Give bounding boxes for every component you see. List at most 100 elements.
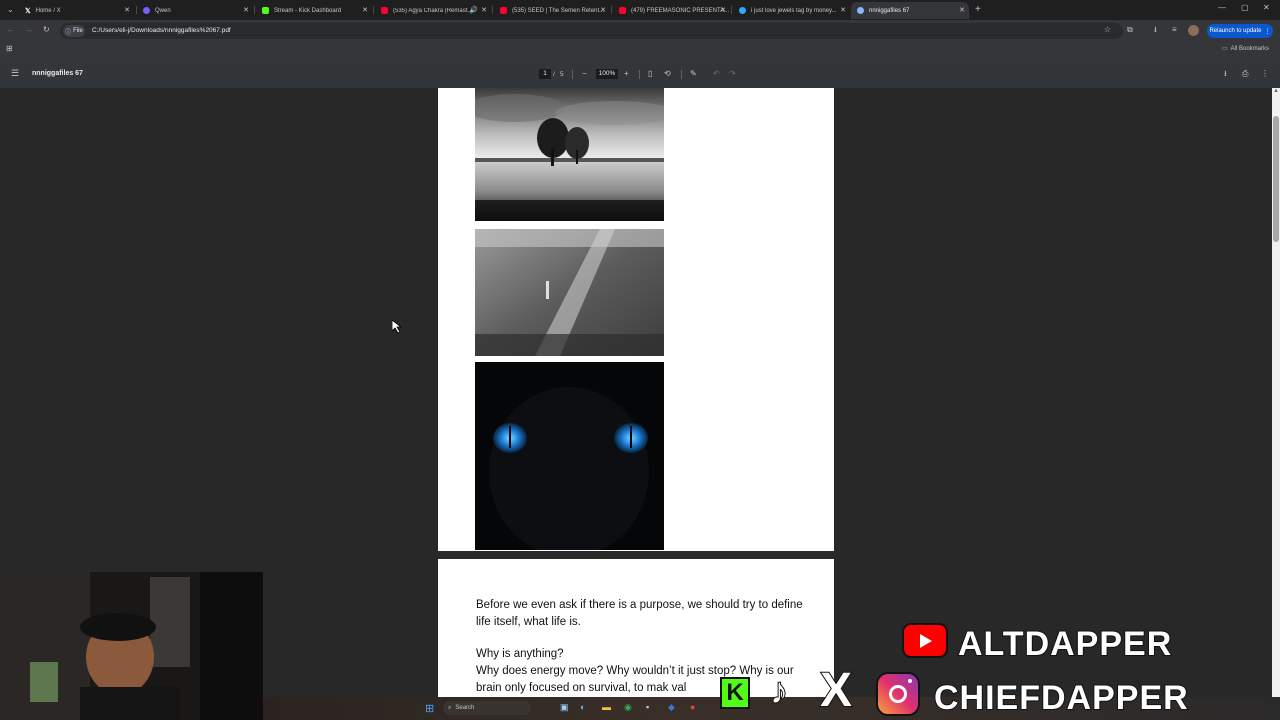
minimize-icon[interactable]: — [1218, 4, 1226, 12]
url-text: C:/Users/eli-j/Downloads/nnniggafiles%20… [92, 27, 231, 34]
fit-page-icon[interactable]: ▯ [648, 70, 652, 78]
speaker-icon[interactable]: 🔊 [469, 6, 478, 14]
chrome-icon[interactable]: ◉ [624, 702, 632, 713]
tab-title: i just love jewels tag by money... [751, 7, 837, 14]
tab-seed[interactable]: (535) SEED | The Semen Retent... ✕ [494, 2, 610, 19]
folder-icon: ▭ [1222, 46, 1228, 52]
trees-landscape-image [475, 88, 664, 221]
tab-nnniggafiles-active[interactable]: nnniggafiles 67 ✕ [851, 2, 969, 19]
close-icon[interactable]: ✕ [481, 6, 487, 14]
download-icon[interactable]: ⭳ [1224, 70, 1227, 78]
tab-home-x[interactable]: 𝕏 Home / X ✕ [19, 2, 134, 19]
pdf-page-1 [438, 88, 834, 551]
tab-title: Stream - Kick Dashboard [274, 7, 342, 14]
tab-freemasonic[interactable]: (479) FREEMASONIC PRESENTA... ✕ [613, 2, 730, 19]
tab-title: nnniggafiles 67 [869, 7, 910, 14]
bookmarks-bar [0, 42, 1280, 58]
close-window-icon[interactable]: ✕ [1263, 4, 1270, 12]
rotate-icon[interactable]: ⟲ [664, 70, 671, 78]
reload-icon[interactable]: ↻ [43, 26, 50, 34]
pdf-title: nnniggafiles 67 [32, 70, 83, 77]
tab-agya-chakra[interactable]: (535) Agya Chakra (Remast... 🔊 ✕ [375, 2, 491, 19]
media-control-icon[interactable]: ≡ [1172, 26, 1177, 34]
divider [681, 70, 682, 79]
task-view-icon[interactable]: ▣ [560, 702, 569, 713]
more-options-icon[interactable]: ⋮ [1261, 70, 1269, 78]
tab-search-icon[interactable]: ⌄ [7, 6, 14, 14]
file-explorer-icon[interactable]: ▬ [602, 702, 611, 712]
page-number-input[interactable]: 1 [539, 69, 551, 79]
chiefdapper-handle: CHIEFDAPPER [933, 679, 1189, 717]
maximize-icon[interactable]: ▢ [1241, 4, 1249, 12]
downloads-icon[interactable]: ⭳ [1154, 26, 1157, 34]
edge-icon[interactable]: ◐ [580, 702, 585, 712]
tab-strip: ⌄ 𝕏 Home / X ✕ Qwen ✕ Stream - Kick Dash… [0, 0, 1280, 20]
app-icon[interactable]: ▪ [646, 702, 649, 712]
tab-title: (535) Agya Chakra (Remast... [393, 7, 473, 14]
kick-icon [262, 7, 269, 14]
tab-title: (535) SEED | The Semen Retent... [512, 7, 605, 14]
extensions-icon[interactable]: ⧉ [1127, 26, 1133, 34]
annotate-pen-icon[interactable]: ✎ [690, 70, 697, 78]
tab-kick-dashboard[interactable]: Stream - Kick Dashboard ✕ [256, 2, 372, 19]
tab-title: Home / X [35, 7, 61, 14]
tab-title: Qwen [155, 7, 171, 14]
relaunch-button[interactable]: Relaunch to update ⋮ [1207, 24, 1273, 38]
page-total: 5 [560, 71, 564, 78]
webcam-overlay [0, 572, 263, 720]
page-separator: / [553, 71, 555, 78]
x-twitter-logo-icon: X [819, 664, 853, 717]
search-placeholder: Search [455, 705, 475, 711]
close-icon[interactable]: ✕ [720, 6, 726, 14]
globe-icon [857, 7, 864, 14]
close-icon[interactable]: ✕ [243, 6, 249, 14]
hamburger-menu-icon[interactable]: ☰ [11, 69, 19, 78]
scroll-up-icon[interactable]: ▲ [1273, 88, 1279, 94]
close-icon[interactable]: ✕ [959, 6, 965, 14]
scheme-label: File [73, 28, 83, 34]
redo-icon[interactable]: ↷ [729, 70, 736, 78]
paragraph-why-anything: Why is anything? [476, 648, 564, 660]
scrollbar-thumb[interactable] [1273, 116, 1279, 242]
apps-grid-icon[interactable]: ⊞ [6, 45, 13, 53]
windows-start-icon[interactable]: ⊞ [425, 702, 434, 715]
zoom-in-icon[interactable]: + [624, 70, 629, 78]
back-icon[interactable]: ← [7, 26, 15, 34]
pdf-toolbar [0, 58, 1280, 88]
vscode-icon[interactable]: ◆ [668, 702, 675, 713]
youtube-icon [619, 7, 626, 14]
info-icon: ⓘ [65, 29, 72, 36]
search-icon: ⌕ [448, 704, 452, 711]
bookmark-star-icon[interactable]: ☆ [1104, 26, 1111, 34]
paragraph-definition: Before we even ask if there is a purpose… [476, 599, 803, 628]
site-info-chip[interactable]: ⓘ File [63, 25, 85, 37]
divider [572, 70, 573, 79]
forward-icon[interactable]: → [25, 26, 33, 34]
x-logo-icon: 𝕏 [25, 7, 31, 15]
profile-avatar[interactable] [1188, 25, 1199, 36]
cat-eyes-image [475, 362, 664, 550]
address-bar[interactable]: ⓘ File C:/Users/eli-j/Downloads/nnniggafi… [60, 23, 1123, 39]
close-icon[interactable]: ✕ [600, 6, 606, 14]
all-bookmarks-label: All Bookmarks [1230, 45, 1270, 52]
google-chrome-icon[interactable]: ● [690, 702, 695, 712]
zoom-out-icon[interactable]: − [582, 70, 587, 78]
altdapper-handle: ALTDAPPER [957, 625, 1173, 663]
youtube-icon [381, 7, 388, 14]
globe-icon [739, 7, 746, 14]
instagram-logo-icon [876, 672, 920, 716]
all-bookmarks-button[interactable]: ▭ All Bookmarks [1222, 45, 1270, 53]
paragraph-energy: Why does energy move? Why wouldn’t it ju… [476, 665, 794, 694]
youtube-logo-icon [902, 623, 948, 658]
new-tab-icon[interactable]: + [975, 5, 981, 15]
close-icon[interactable]: ✕ [124, 6, 130, 14]
close-icon[interactable]: ✕ [840, 6, 846, 14]
tab-jewels[interactable]: i just love jewels tag by money... ✕ [733, 2, 850, 19]
close-icon[interactable]: ✕ [362, 6, 368, 14]
tab-qwen[interactable]: Qwen ✕ [137, 2, 253, 19]
print-icon[interactable]: ⎙ [1242, 70, 1248, 78]
pdf-scrollbar[interactable]: ▲ [1272, 88, 1280, 720]
taskbar-search[interactable]: ⌕ Search [443, 701, 531, 715]
zoom-input[interactable]: 100% [596, 69, 618, 79]
undo-icon[interactable]: ↶ [713, 70, 720, 78]
